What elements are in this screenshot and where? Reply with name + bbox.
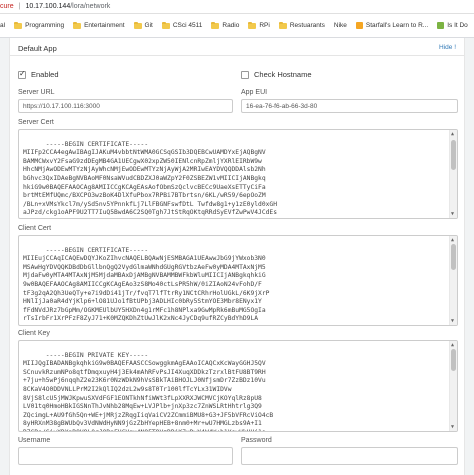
enabled-checkbox[interactable] [18,69,26,79]
enabled-checkbox-row[interactable]: Enabled [18,69,59,79]
client-cert-label: Client Cert [18,225,52,232]
textarea-scrollbar[interactable]: ▲ ▼ [449,236,457,325]
enabled-label: Enabled [31,70,59,79]
bookmark-folder-csci[interactable]: CSci 4511 [161,21,203,29]
server-url-label: Server URL [18,89,55,96]
server-cert-label: Server Cert [18,119,54,126]
client-cert-text: -----BEGIN CERTIFICATE----- MIIEujCCAqIC… [23,246,270,323]
bookmarks-bar: al Programming Entertainment Git CSci 45… [0,14,474,38]
textarea-scrollbar[interactable]: ▲ ▼ [449,130,457,218]
bookmark-label: Programming [25,22,65,29]
bookmark-folder-rpi[interactable]: RPi [248,21,270,29]
password-input[interactable] [241,447,458,465]
textarea-scrollbar[interactable]: ▲ ▼ [449,341,457,431]
check-hostname-checkbox[interactable] [241,70,249,79]
security-indicator[interactable]: cure [0,3,14,10]
address-bar[interactable]: cure | 10.17.100.144/lora/network [0,0,474,14]
folder-icon [161,21,170,29]
bookmark-label: Nike [333,22,347,29]
bookmark-label: Radio [222,22,240,29]
scroll-down-icon[interactable]: ▼ [451,211,454,217]
bookmark-folder-entertainment[interactable]: Entertainment [73,21,125,29]
folder-icon [133,21,142,29]
bookmark-folder-restaurants[interactable]: Restuarants [278,21,325,29]
scroll-thumb[interactable] [451,140,456,170]
username-input[interactable] [18,447,233,465]
check-hostname-label: Check Hostname [254,70,312,79]
client-cert-textarea[interactable]: -----BEGIN CERTIFICATE----- MIIEujCCAqIC… [18,235,458,326]
client-key-text: -----BEGIN PRIVATE KEY----- MIIJQgIBADAN… [23,351,274,431]
bookmark-label: Git [144,22,153,29]
bookmark-folder-radio[interactable]: Radio [211,21,240,29]
username-label: Username [18,437,51,444]
client-key-label: Client Key [18,330,50,337]
scroll-up-icon[interactable]: ▲ [451,131,454,137]
bookmark-label: RPi [259,22,270,29]
bookmark-label: Starfall's Learn to R... [365,22,429,29]
panel-title: Default App [18,44,57,53]
scroll-thumb[interactable] [451,244,456,270]
site-icon [437,22,445,29]
starfall-icon [355,22,363,29]
app-eui-label: App EUI [241,89,268,96]
scroll-up-icon[interactable]: ▲ [451,237,454,243]
folder-icon [278,21,287,29]
hide-link[interactable]: Hide ! [439,44,456,51]
bookmark-is-it-down[interactable]: Is It Do [437,22,468,29]
server-url-input[interactable]: https://10.17.100.116:3000 [18,99,233,113]
server-cert-textarea[interactable]: -----BEGIN CERTIFICATE----- MIIFp2CCA4eg… [18,129,458,219]
bookmark-label: Restuarants [289,22,325,29]
bookmark-label: Entertainment [84,22,125,29]
scroll-down-icon[interactable]: ▼ [451,318,454,324]
bookmark-starfall[interactable]: Starfall's Learn to R... [355,22,429,29]
folder-icon [248,21,257,29]
folder-icon [14,21,23,29]
bookmark-nike[interactable]: Nike [334,22,347,29]
url-separator: | [18,3,21,10]
bookmark-item[interactable]: al [0,22,5,29]
scroll-down-icon[interactable]: ▼ [451,424,454,430]
page-content: Default App Hide ! Enabled Check Hostnam… [0,38,474,475]
client-key-textarea[interactable]: -----BEGIN PRIVATE KEY----- MIIJQgIBADAN… [18,340,458,432]
bookmark-label: al [0,22,6,29]
scroll-thumb[interactable] [451,349,456,371]
bookmark-folder-programming[interactable]: Programming [14,21,65,29]
url-host[interactable]: 10.17.100.144 [25,3,70,10]
app-panel: Default App Hide ! Enabled Check Hostnam… [9,38,465,475]
bookmark-label: CSci 4511 [172,22,203,29]
url-path[interactable]: /lora/network [70,3,110,10]
app-eui-input[interactable]: 16-ea-76-f6-ab-66-3d-80 [241,99,458,113]
divider [10,55,464,56]
server-cert-text: -----BEGIN CERTIFICATE----- MIIFp2CCA4eg… [23,140,278,218]
folder-icon [73,21,82,29]
folder-icon [211,21,220,29]
password-label: Password [241,437,272,444]
bookmark-folder-git[interactable]: Git [133,21,153,29]
scroll-up-icon[interactable]: ▲ [451,342,454,348]
check-hostname-row[interactable]: Check Hostname [241,70,312,79]
bookmark-label: Is It Do [447,22,468,29]
